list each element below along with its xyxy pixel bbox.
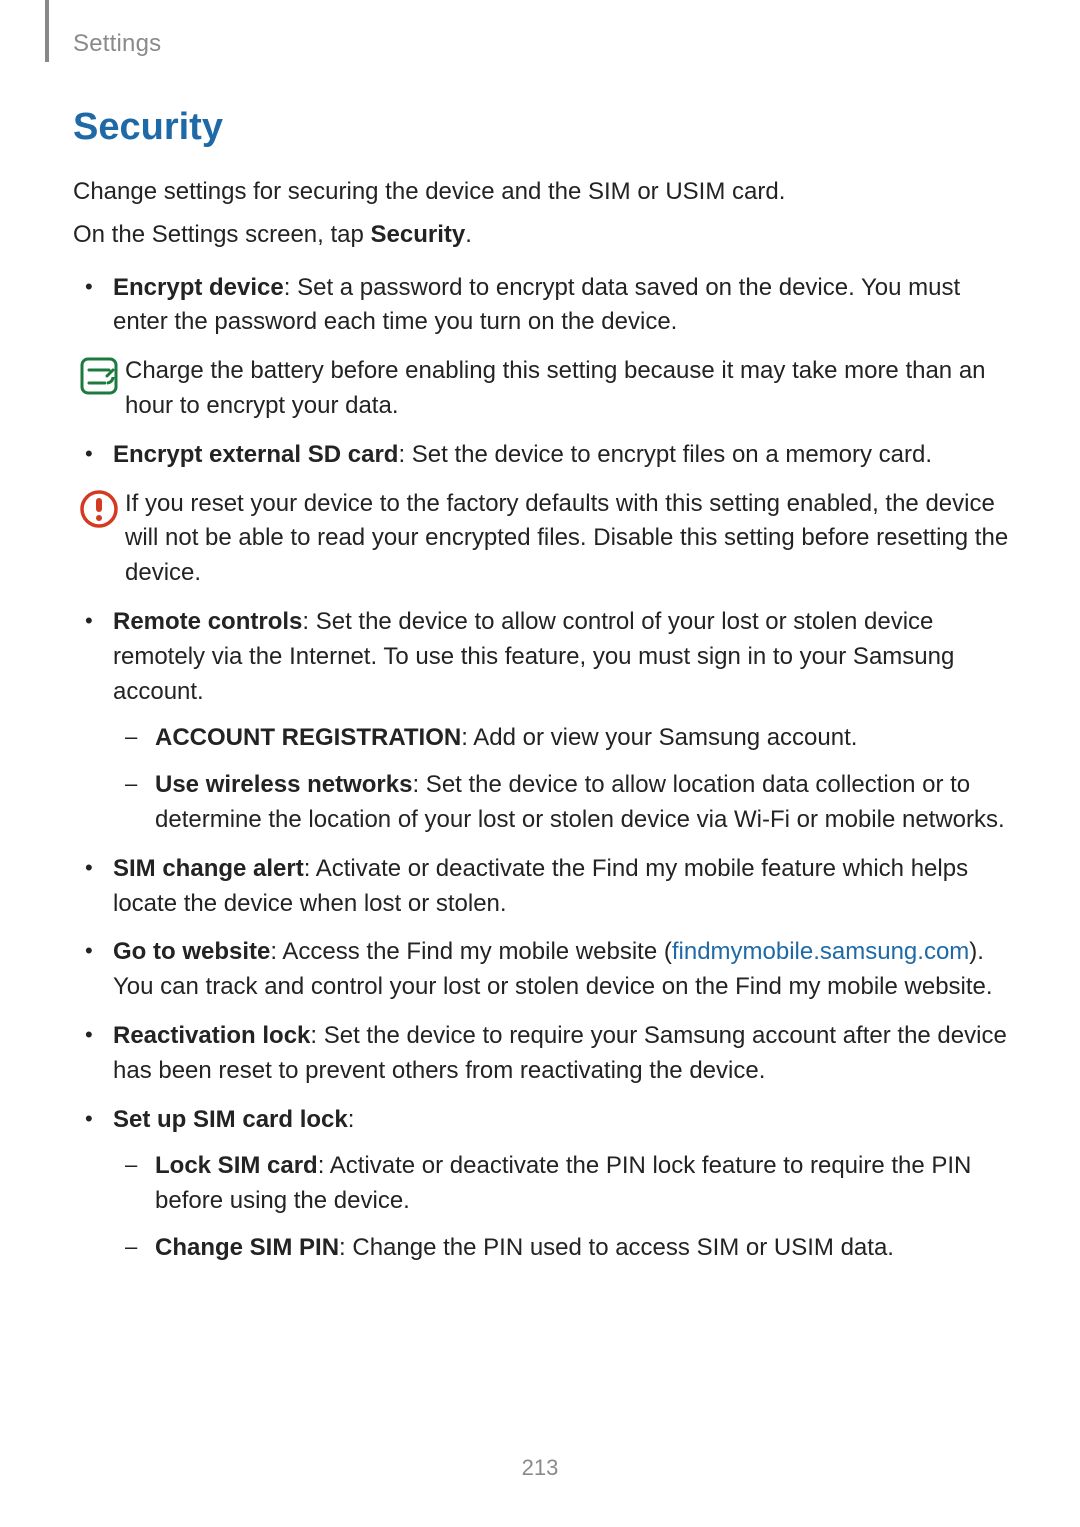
page: Settings Security Change settings for se…: [0, 0, 1080, 1527]
sub-bullet-list: ACCOUNT REGISTRATION: Add or view your S…: [113, 721, 1009, 837]
note-callout: Charge the battery before enabling this …: [73, 354, 1009, 424]
item-label: Reactivation lock: [113, 1022, 310, 1049]
intro2-pre: On the Settings screen, tap: [73, 221, 371, 248]
list-item: ACCOUNT REGISTRATION: Add or view your S…: [155, 721, 1009, 756]
item-label: Lock SIM card: [155, 1152, 318, 1179]
item-text-pre: : Access the Find my mobile website (: [270, 938, 671, 965]
page-number: 213: [0, 1455, 1080, 1481]
section-label: Settings: [73, 30, 161, 58]
content: Security Change settings for securing th…: [73, 106, 1009, 1280]
list-item: Change SIM PIN: Change the PIN used to a…: [155, 1231, 1009, 1266]
item-label: Change SIM PIN: [155, 1234, 339, 1261]
list-item: Encrypt device: Set a password to encryp…: [113, 271, 1009, 424]
sub-bullet-list: Lock SIM card: Activate or deactivate th…: [113, 1149, 1009, 1265]
list-item: Encrypt external SD card: Set the device…: [113, 438, 1009, 591]
list-item: Remote controls: Set the device to allow…: [113, 605, 1009, 838]
item-label: Use wireless networks: [155, 771, 412, 798]
item-text: :: [348, 1106, 355, 1133]
findmymobile-link[interactable]: findmymobile.samsung.com: [672, 938, 969, 965]
list-item: Use wireless networks: Set the device to…: [155, 768, 1009, 838]
intro2-post: .: [465, 221, 472, 248]
bullet-list: Encrypt device: Set a password to encryp…: [73, 271, 1009, 1266]
list-item: Go to website: Access the Find my mobile…: [113, 935, 1009, 1005]
header-rule: [45, 0, 49, 62]
item-label: SIM change alert: [113, 855, 304, 882]
warning-text: If you reset your device to the factory …: [125, 487, 1009, 591]
item-label: Go to website: [113, 938, 270, 965]
intro2-bold: Security: [371, 221, 466, 248]
item-label: Encrypt external SD card: [113, 441, 398, 468]
list-item: Reactivation lock: Set the device to req…: [113, 1019, 1009, 1089]
item-text: : Change the PIN used to access SIM or U…: [339, 1234, 894, 1261]
list-item: SIM change alert: Activate or deactivate…: [113, 852, 1009, 922]
intro-line-1: Change settings for securing the device …: [73, 175, 1009, 210]
item-text: : Add or view your Samsung account.: [461, 724, 857, 751]
item-label: Remote controls: [113, 608, 302, 635]
note-icon: [73, 354, 125, 396]
intro-line-2: On the Settings screen, tap Security.: [73, 218, 1009, 253]
list-item: Lock SIM card: Activate or deactivate th…: [155, 1149, 1009, 1219]
item-text: : Set the device to encrypt files on a m…: [398, 441, 932, 468]
item-label: Encrypt device: [113, 274, 284, 301]
note-text: Charge the battery before enabling this …: [125, 354, 1009, 424]
item-label: ACCOUNT REGISTRATION: [155, 724, 461, 751]
page-title: Security: [73, 106, 1009, 149]
warning-callout: If you reset your device to the factory …: [73, 487, 1009, 591]
warning-icon: [73, 487, 125, 529]
item-label: Set up SIM card lock: [113, 1106, 348, 1133]
list-item: Set up SIM card lock: Lock SIM card: Act…: [113, 1103, 1009, 1266]
